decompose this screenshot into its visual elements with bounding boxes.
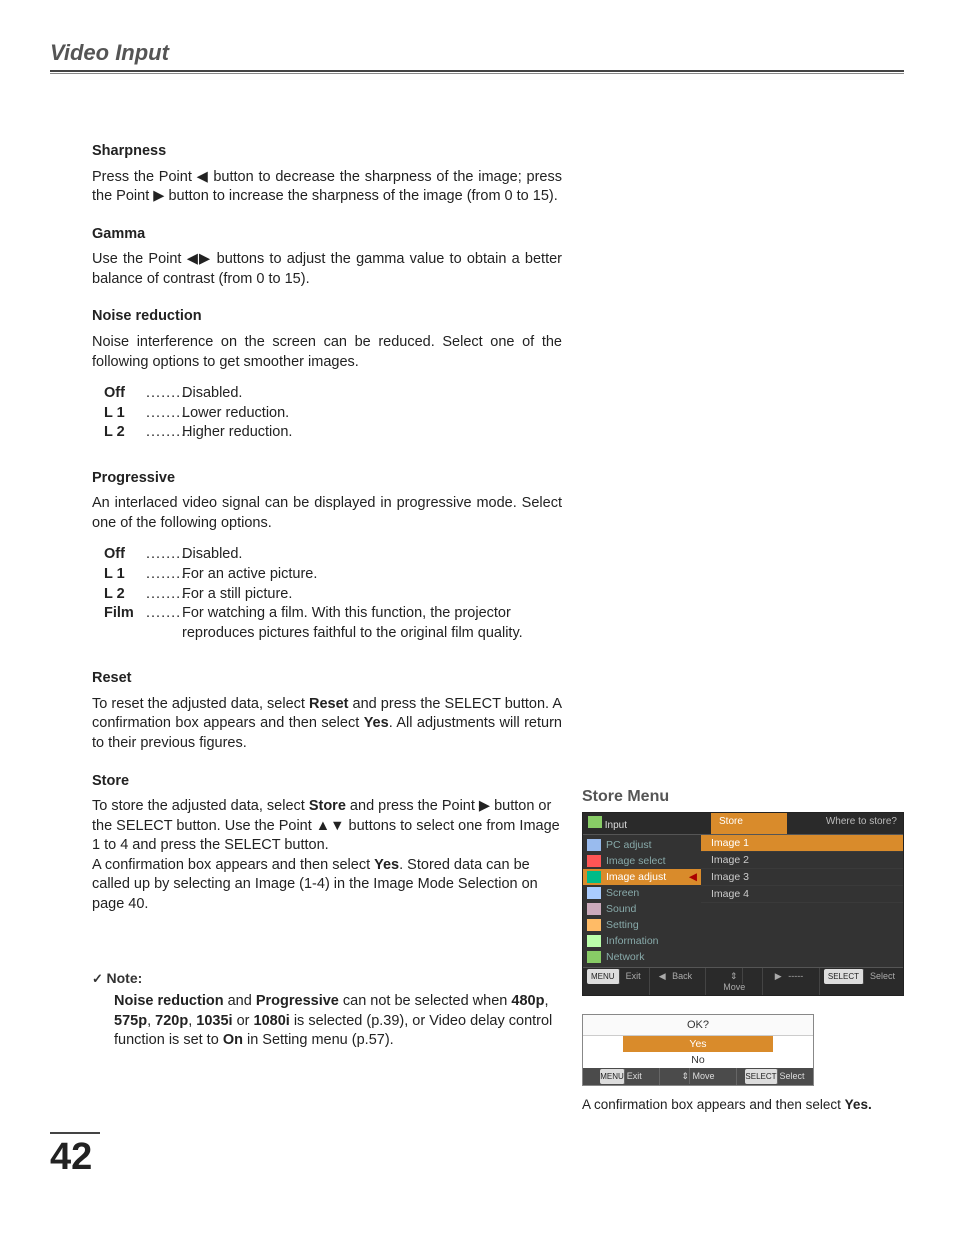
left-pointer-icon: ◀ bbox=[689, 871, 697, 883]
input-icon bbox=[588, 816, 602, 828]
heading-reset: Reset bbox=[92, 669, 562, 689]
heading-store: Store bbox=[92, 772, 562, 792]
image-select-icon bbox=[587, 855, 601, 867]
right-arrow-icon: ▶ bbox=[153, 188, 164, 204]
noise-options: Off.........Disabled. L 1.........Lower … bbox=[92, 384, 562, 443]
information-icon bbox=[587, 935, 601, 947]
list-item: Image 2 bbox=[701, 852, 903, 869]
list-item: Image 4 bbox=[701, 886, 903, 903]
confirm-yes: Yes bbox=[623, 1036, 773, 1052]
confirm-title: OK? bbox=[583, 1015, 813, 1036]
list-item: Image 1 bbox=[701, 835, 903, 852]
chapter-title: Video Input bbox=[50, 40, 904, 72]
para-store: To store the adjusted data, select Store… bbox=[92, 797, 562, 914]
osd-store-menu: Input Store Where to store? PC adjust Im… bbox=[582, 812, 904, 996]
para-sharpness: Press the Point ◀ button to decrease the… bbox=[92, 168, 562, 207]
heading-progressive: Progressive bbox=[92, 469, 562, 489]
osd-where-label: Where to store? bbox=[787, 813, 903, 834]
page-number: 42 bbox=[50, 1132, 100, 1179]
chapter-rule bbox=[50, 73, 904, 74]
sound-icon bbox=[587, 903, 601, 915]
leftright-arrow-icon: ◀▶ bbox=[187, 251, 212, 267]
heading-gamma: Gamma bbox=[92, 225, 562, 245]
image-adjust-icon bbox=[587, 871, 601, 883]
note-block: Note: Noise reduction and Progressive ca… bbox=[92, 969, 562, 1051]
screen-icon bbox=[587, 887, 601, 899]
para-progressive-intro: An interlaced video signal can be displa… bbox=[92, 494, 562, 533]
heading-sharpness: Sharpness bbox=[92, 142, 562, 162]
osd-image-list: Image 1 Image 2 Image 3 Image 4 bbox=[701, 835, 903, 967]
figure-title: Store Menu bbox=[582, 788, 904, 806]
network-icon bbox=[587, 951, 601, 963]
figure-caption: A confirmation box appears and then sele… bbox=[582, 1096, 904, 1114]
confirm-box: OK? Yes No MENUExit ⇕ Move SELECTSelect bbox=[582, 1014, 814, 1086]
setting-icon bbox=[587, 919, 601, 931]
para-noise-intro: Noise interference on the screen can be … bbox=[92, 333, 562, 372]
left-arrow-icon: ◀ bbox=[197, 169, 209, 185]
heading-noise: Noise reduction bbox=[92, 307, 562, 327]
osd-store-label: Store bbox=[711, 813, 787, 834]
osd-footer: MENUExit ◀ Back ⇕ Move ▶ ----- SELECTSel… bbox=[583, 967, 903, 995]
pc-adjust-icon bbox=[587, 839, 601, 851]
confirm-no: No bbox=[583, 1052, 813, 1068]
para-gamma: Use the Point ◀▶ buttons to adjust the g… bbox=[92, 250, 562, 289]
osd-sidebar: PC adjust Image select Image adjust ◀ Sc… bbox=[583, 835, 701, 967]
note-label: Note: bbox=[92, 969, 562, 988]
progressive-options: Off.........Disabled. L 1.........For an… bbox=[92, 545, 562, 643]
note-body: Noise reduction and Progressive can not … bbox=[92, 992, 562, 1051]
para-reset: To reset the adjusted data, select Reset… bbox=[92, 695, 562, 754]
list-item: Image 3 bbox=[701, 869, 903, 886]
